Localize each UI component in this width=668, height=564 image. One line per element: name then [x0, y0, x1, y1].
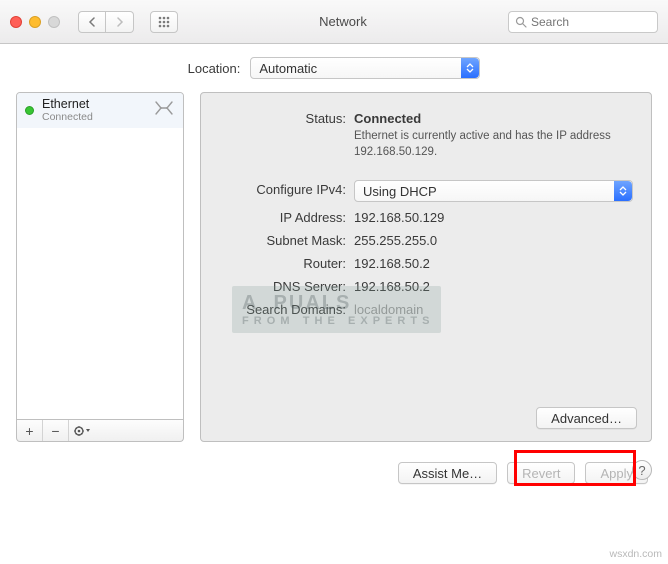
- minimize-window-button[interactable]: [29, 16, 41, 28]
- close-window-button[interactable]: [10, 16, 22, 28]
- window-controls: [10, 16, 60, 28]
- help-button[interactable]: ?: [632, 460, 652, 480]
- ethernet-icon: [153, 99, 175, 122]
- assist-me-button[interactable]: Assist Me…: [398, 462, 497, 484]
- remove-service-button[interactable]: −: [43, 420, 69, 441]
- router-value: 192.168.50.2: [354, 254, 633, 271]
- dns-server-value: 192.168.50.2: [354, 277, 633, 294]
- advanced-button[interactable]: Advanced…: [536, 407, 637, 429]
- location-label: Location:: [188, 61, 241, 76]
- revert-button[interactable]: Revert: [507, 462, 575, 484]
- ip-address-label: IP Address:: [219, 208, 354, 225]
- zoom-window-button[interactable]: [48, 16, 60, 28]
- credit-text: wsxdn.com: [609, 548, 662, 560]
- subnet-mask-value: 255.255.255.0: [354, 231, 633, 248]
- search-field[interactable]: [508, 11, 658, 33]
- nav-back-forward: [78, 11, 134, 33]
- ip-address-value: 192.168.50.129: [354, 208, 633, 225]
- search-domains-label: Search Domains:: [219, 300, 354, 317]
- services-list[interactable]: Ethernet Connected: [16, 92, 184, 420]
- service-detail-pane: Status: Connected Ethernet is currently …: [200, 92, 652, 442]
- services-sidebar: Ethernet Connected + −: [16, 92, 184, 442]
- configure-ipv4-select[interactable]: Using DHCP: [354, 180, 633, 202]
- services-toolbar: + −: [16, 420, 184, 442]
- window-titlebar: Network: [0, 0, 668, 44]
- add-service-button[interactable]: +: [17, 420, 43, 441]
- subnet-mask-label: Subnet Mask:: [219, 231, 354, 248]
- status-label: Status:: [219, 109, 354, 160]
- dns-server-label: DNS Server:: [219, 277, 354, 294]
- configure-ipv4-value: Using DHCP: [363, 184, 437, 199]
- location-value: Automatic: [259, 61, 317, 76]
- search-icon: [515, 16, 527, 28]
- service-actions-button[interactable]: [69, 420, 95, 441]
- service-status: Connected: [42, 112, 145, 124]
- chevron-updown-icon: [461, 58, 479, 78]
- sidebar-item-ethernet[interactable]: Ethernet Connected: [17, 93, 183, 128]
- location-row: Location: Automatic: [0, 44, 668, 92]
- forward-button[interactable]: [106, 11, 134, 33]
- status-subtext: Ethernet is currently active and has the…: [354, 129, 633, 160]
- status-dot-icon: [25, 106, 34, 115]
- router-label: Router:: [219, 254, 354, 271]
- service-name: Ethernet: [42, 98, 145, 112]
- status-value: Connected: [354, 111, 421, 126]
- show-all-button[interactable]: [150, 11, 178, 33]
- window-title: Network: [186, 14, 500, 29]
- search-input[interactable]: [531, 15, 651, 29]
- back-button[interactable]: [78, 11, 106, 33]
- search-domains-value: localdomain: [354, 300, 633, 317]
- location-select[interactable]: Automatic: [250, 57, 480, 79]
- configure-ipv4-label: Configure IPv4:: [219, 180, 354, 202]
- chevron-updown-icon: [614, 181, 632, 201]
- footer-buttons: Assist Me… Revert Apply: [0, 452, 668, 494]
